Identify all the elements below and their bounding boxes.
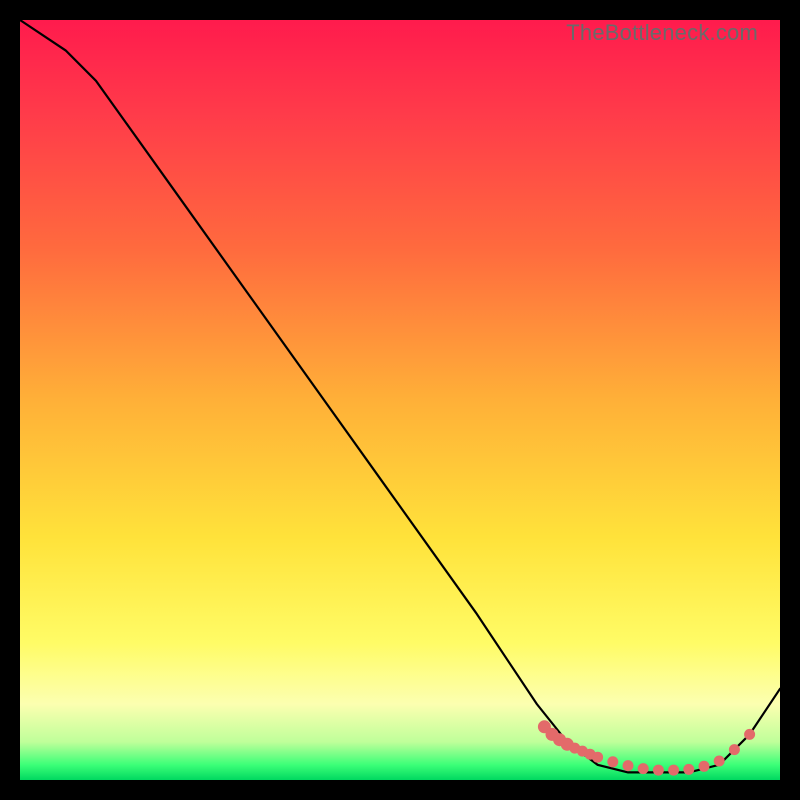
chart-frame: TheBottleneck.com: [20, 20, 780, 780]
marker-dot: [699, 761, 710, 772]
flat-region-markers: [538, 720, 755, 775]
marker-dot: [714, 756, 725, 767]
marker-dot: [592, 752, 603, 763]
marker-dot: [607, 756, 618, 767]
marker-dot: [683, 764, 694, 775]
marker-dot: [638, 763, 649, 774]
marker-dot: [653, 765, 664, 776]
marker-dot: [623, 760, 634, 771]
marker-dot: [729, 744, 740, 755]
marker-dot: [668, 765, 679, 776]
marker-dot: [744, 729, 755, 740]
curve-svg: [20, 20, 780, 780]
bottleneck-curve-line: [20, 20, 780, 772]
